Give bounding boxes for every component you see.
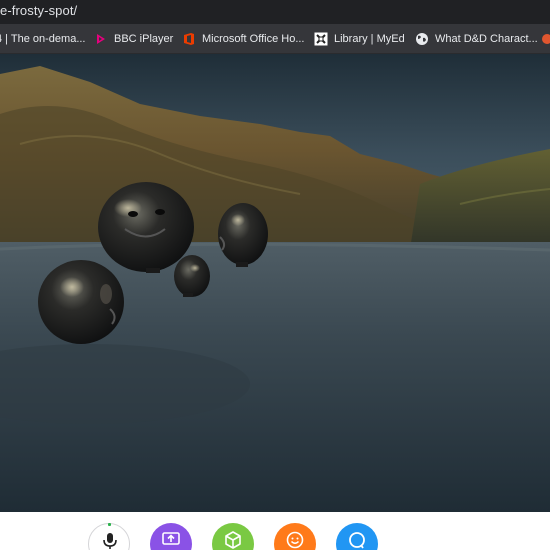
- cube-icon: [225, 531, 241, 549]
- microphone-icon: [103, 533, 117, 549]
- avatar-head: [174, 255, 210, 297]
- screen-share-icon: [162, 532, 180, 545]
- bookmark-label: Microsoft Office Ho...: [202, 33, 305, 45]
- smiley-icon: [286, 531, 304, 549]
- room-toolbar: [0, 512, 550, 550]
- office-icon: [182, 32, 196, 46]
- bookmark-overflow-icon[interactable]: [540, 24, 550, 53]
- bookmark-label: What D&D Charact...: [435, 33, 538, 45]
- bookmark-label: Library | MyEd: [334, 33, 405, 45]
- bookmark-label: BBC iPlayer: [114, 33, 174, 45]
- bbc-iplayer-icon: [94, 32, 108, 46]
- 3d-scene-canvas[interactable]: [0, 54, 550, 512]
- myed-icon: [314, 32, 328, 46]
- browser-address-bar[interactable]: e-frosty-spot/: [0, 0, 550, 24]
- bookmark-item[interactable]: What D&D Charact...: [415, 24, 538, 53]
- place-object-button[interactable]: [212, 523, 254, 550]
- microphone-button[interactable]: [88, 523, 130, 550]
- bookmarks-bar: 4 | The on-dema... BBC iPlayer Microsoft…: [0, 24, 550, 54]
- bookmark-item[interactable]: 4 | The on-dema...: [0, 24, 86, 53]
- bookmark-item[interactable]: Library | MyEd: [314, 24, 405, 53]
- chat-bubble-icon: [349, 532, 365, 549]
- mic-level-indicator: [108, 523, 111, 526]
- react-button[interactable]: [274, 523, 316, 550]
- bookmark-label: 4 | The on-dema...: [0, 33, 86, 45]
- share-screen-button[interactable]: [150, 523, 192, 550]
- url-text[interactable]: e-frosty-spot/: [0, 3, 77, 18]
- scene-render: [0, 54, 550, 512]
- avatar-head: [38, 260, 124, 344]
- bookmark-item[interactable]: Microsoft Office Ho...: [182, 24, 305, 53]
- bookmark-item[interactable]: BBC iPlayer: [94, 24, 174, 53]
- globe-icon: [415, 32, 429, 46]
- chat-button[interactable]: [336, 523, 378, 550]
